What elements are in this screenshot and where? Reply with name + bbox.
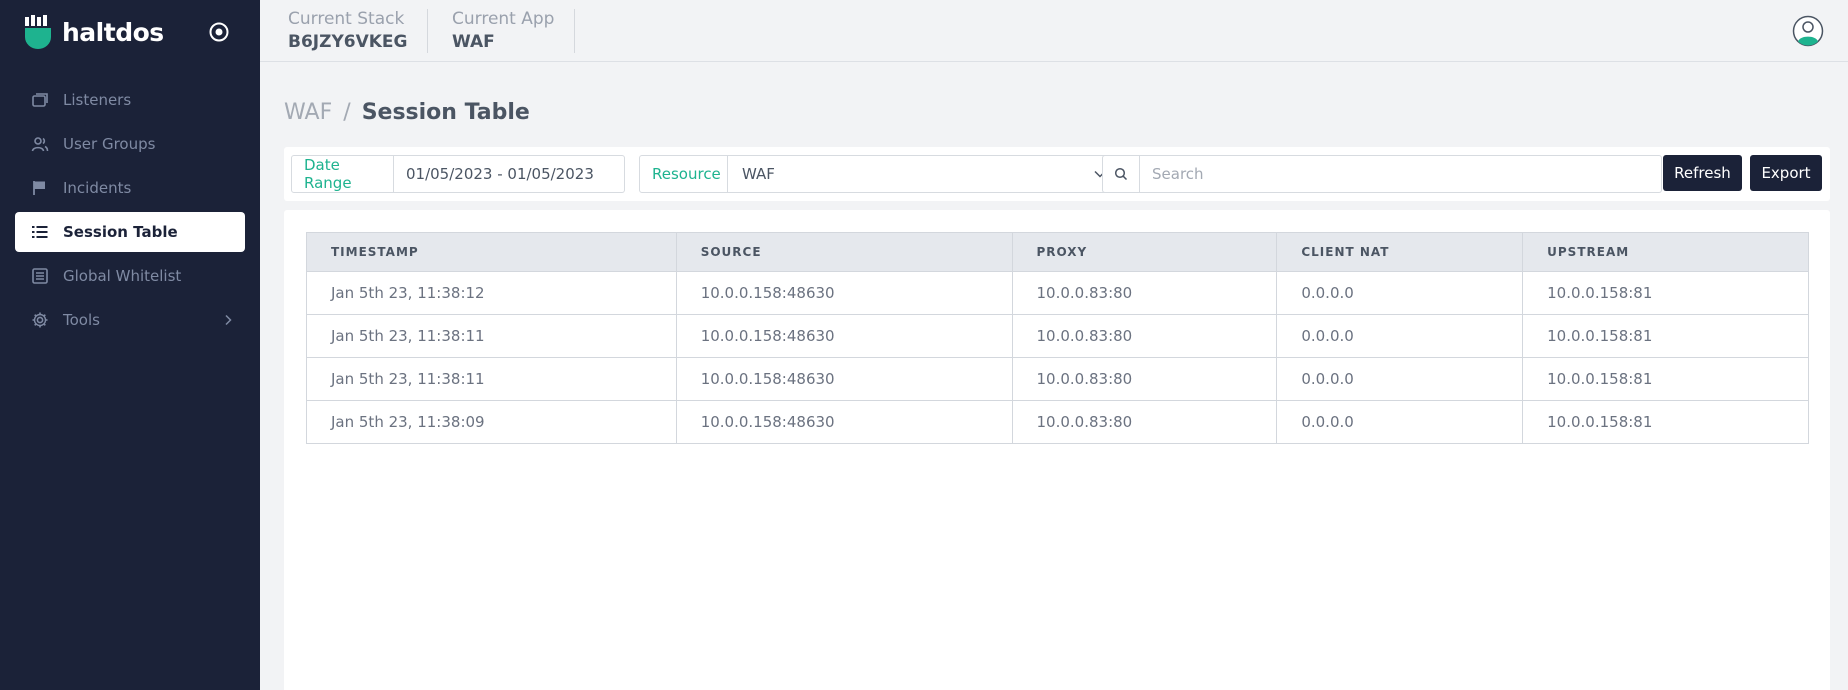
- table-row[interactable]: Jan 5th 23, 11:38:12 10.0.0.158:48630 10…: [306, 271, 1809, 315]
- cell-timestamp: Jan 5th 23, 11:38:09: [306, 400, 677, 444]
- refresh-button[interactable]: Refresh: [1663, 155, 1742, 191]
- sidebar-nav: Listeners User Groups Incidents Session …: [15, 80, 245, 344]
- current-app-label: Current App: [452, 9, 555, 29]
- sidebar: haltdos Listeners User Groups Incidents: [0, 0, 260, 690]
- resource-label: Resource: [639, 155, 728, 193]
- cell-client-nat: 0.0.0.0: [1276, 357, 1524, 401]
- sidebar-item-label: Listeners: [63, 91, 132, 109]
- table-row[interactable]: Jan 5th 23, 11:38:09 10.0.0.158:48630 10…: [306, 400, 1809, 444]
- top-header: Current Stack B6JZY6VKEG Current App WAF: [260, 0, 1848, 62]
- search-input[interactable]: [1140, 155, 1662, 193]
- current-stack-value: B6JZY6VKEG: [288, 32, 408, 52]
- flag-icon: [31, 179, 49, 197]
- sidebar-item-tools[interactable]: Tools: [15, 300, 245, 340]
- cell-proxy: 10.0.0.83:80: [1011, 400, 1278, 444]
- sidebar-item-listeners[interactable]: Listeners: [15, 80, 245, 120]
- windows-icon: [31, 91, 49, 109]
- export-button[interactable]: Export: [1750, 155, 1822, 191]
- sidebar-item-session-table[interactable]: Session Table: [15, 212, 245, 252]
- session-table-card: TIMESTAMP SOURCE PROXY CLIENT NAT UPSTRE…: [284, 210, 1830, 690]
- cell-upstream: 10.0.0.158:81: [1522, 271, 1809, 315]
- cell-proxy: 10.0.0.83:80: [1011, 357, 1278, 401]
- header-divider: [574, 9, 575, 53]
- cell-timestamp: Jan 5th 23, 11:38:11: [306, 357, 677, 401]
- search-icon: [1114, 167, 1128, 181]
- date-range-picker[interactable]: 01/05/2023 - 01/05/2023: [394, 155, 625, 193]
- list-box-icon: [31, 267, 49, 285]
- table-row[interactable]: Jan 5th 23, 11:38:11 10.0.0.158:48630 10…: [306, 314, 1809, 358]
- resource-select[interactable]: WAF: [728, 155, 1122, 193]
- sidebar-item-user-groups[interactable]: User Groups: [15, 124, 245, 164]
- resource-selected-value: WAF: [742, 165, 775, 183]
- breadcrumb-parent[interactable]: WAF: [284, 100, 332, 125]
- cell-proxy: 10.0.0.83:80: [1011, 314, 1278, 358]
- column-header-client-nat[interactable]: CLIENT NAT: [1276, 232, 1524, 272]
- haltdos-logo-icon: [25, 15, 51, 49]
- brand[interactable]: haltdos: [24, 14, 164, 50]
- cell-upstream: 10.0.0.158:81: [1522, 357, 1809, 401]
- cell-source: 10.0.0.158:48630: [675, 357, 1013, 401]
- chevron-right-icon: [223, 314, 233, 326]
- column-header-upstream[interactable]: UPSTREAM: [1522, 232, 1809, 272]
- cell-client-nat: 0.0.0.0: [1276, 271, 1524, 315]
- breadcrumb-separator: /: [343, 100, 351, 125]
- sidebar-item-global-whitelist[interactable]: Global Whitelist: [15, 256, 245, 296]
- current-stack[interactable]: Current Stack B6JZY6VKEG: [288, 9, 407, 54]
- current-app-value: WAF: [452, 32, 495, 52]
- column-header-proxy[interactable]: PROXY: [1011, 232, 1278, 272]
- cell-client-nat: 0.0.0.0: [1276, 314, 1524, 358]
- sidebar-item-label: Incidents: [63, 179, 132, 197]
- sidebar-item-label: User Groups: [63, 135, 156, 153]
- table-row[interactable]: Jan 5th 23, 11:38:11 10.0.0.158:48630 10…: [306, 357, 1809, 401]
- cell-source: 10.0.0.158:48630: [675, 271, 1013, 315]
- page-title: Session Table: [361, 100, 530, 125]
- current-stack-label: Current Stack: [288, 9, 405, 29]
- current-app[interactable]: Current App WAF: [452, 9, 554, 54]
- cell-upstream: 10.0.0.158:81: [1522, 400, 1809, 444]
- brand-name: haltdos: [62, 17, 164, 47]
- cell-timestamp: Jan 5th 23, 11:38:12: [306, 271, 677, 315]
- cell-upstream: 10.0.0.158:81: [1522, 314, 1809, 358]
- cell-proxy: 10.0.0.83:80: [1011, 271, 1278, 315]
- table-header-row: TIMESTAMP SOURCE PROXY CLIENT NAT UPSTRE…: [306, 232, 1809, 272]
- date-range-group: Date Range 01/05/2023 - 01/05/2023: [291, 155, 625, 193]
- sidebar-toggle-icon[interactable]: [207, 20, 231, 44]
- breadcrumb: WAF / Session Table: [284, 100, 530, 125]
- sidebar-item-label: Tools: [63, 311, 100, 329]
- cell-client-nat: 0.0.0.0: [1276, 400, 1524, 444]
- date-range-label: Date Range: [291, 155, 394, 193]
- resource-group: Resource WAF: [639, 155, 1122, 193]
- cell-source: 10.0.0.158:48630: [675, 400, 1013, 444]
- gear-icon: [31, 311, 49, 329]
- sidebar-item-incidents[interactable]: Incidents: [15, 168, 245, 208]
- search-group: [1102, 155, 1662, 193]
- sidebar-item-label: Session Table: [63, 223, 178, 241]
- cell-source: 10.0.0.158:48630: [675, 314, 1013, 358]
- user-avatar-icon[interactable]: [1792, 15, 1824, 47]
- column-header-timestamp[interactable]: TIMESTAMP: [306, 232, 677, 272]
- header-divider: [427, 9, 428, 53]
- filter-bar: Date Range 01/05/2023 - 01/05/2023 Resou…: [284, 147, 1830, 201]
- users-icon: [31, 135, 49, 153]
- search-addon: [1102, 155, 1140, 193]
- cell-timestamp: Jan 5th 23, 11:38:11: [306, 314, 677, 358]
- sidebar-item-label: Global Whitelist: [63, 267, 182, 285]
- column-header-source[interactable]: SOURCE: [675, 232, 1013, 272]
- session-table: TIMESTAMP SOURCE PROXY CLIENT NAT UPSTRE…: [306, 232, 1809, 444]
- list-icon: [31, 223, 49, 241]
